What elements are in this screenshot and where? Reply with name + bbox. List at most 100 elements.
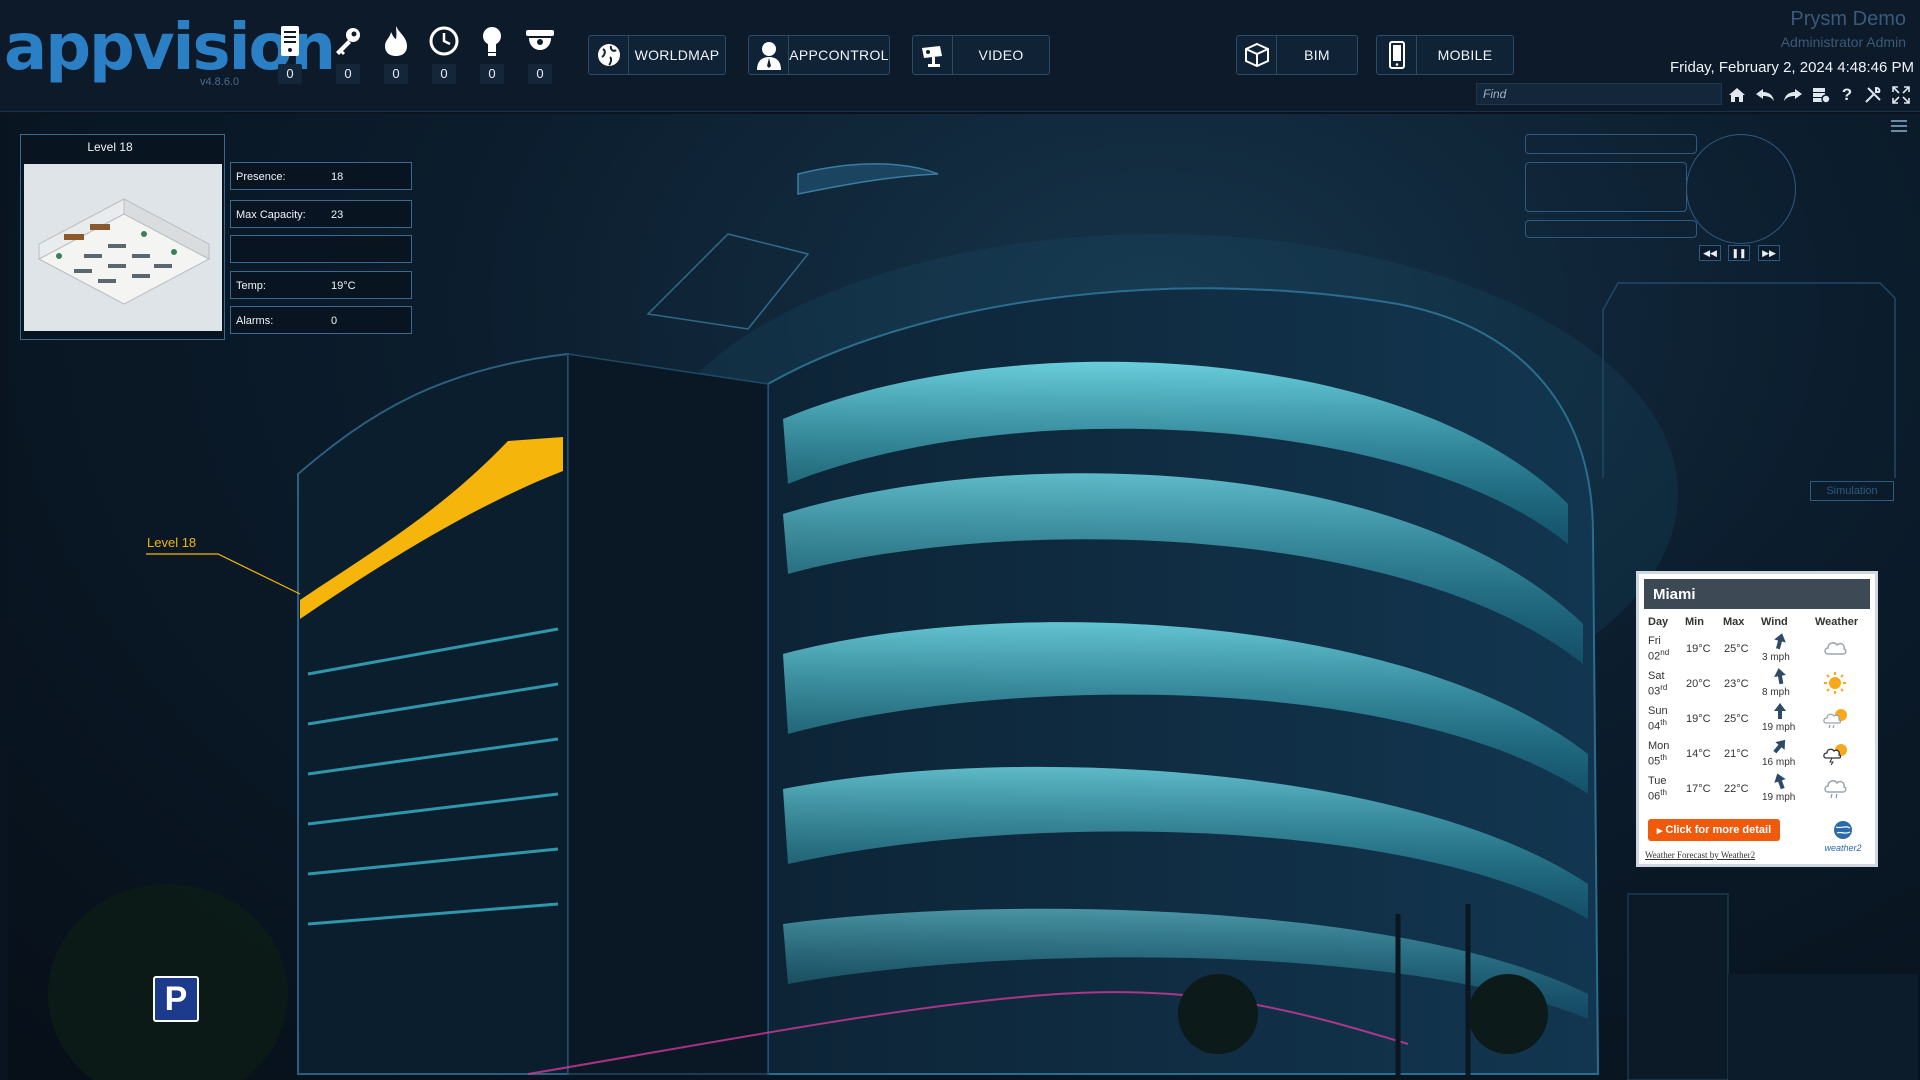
level-callout-label[interactable]: Level 18 — [147, 535, 196, 550]
user-name[interactable]: Administrator Admin — [1781, 34, 1906, 50]
current-datetime: Friday, February 2, 2024 4:48:46 PM — [1669, 59, 1914, 76]
temperature-field: Temp: 19°C — [230, 271, 412, 299]
max-capacity-label: Max Capacity: — [236, 209, 306, 221]
weather-header-weather: Weather — [1815, 616, 1859, 628]
forecast-max: 22°C — [1724, 783, 1749, 795]
control-slot-bottom — [1525, 220, 1697, 238]
server-icon — [281, 26, 299, 56]
video-label: VIDEO — [978, 47, 1024, 63]
weather-header-wind: Wind — [1761, 616, 1788, 628]
weather-credit-link[interactable]: Weather Forecast by Weather2 — [1645, 850, 1755, 860]
wind-arrow-icon — [1774, 668, 1786, 685]
counter-value: 0 — [344, 66, 352, 81]
help-icon[interactable]: ? — [1836, 84, 1858, 106]
temperature-value: 19°C — [331, 280, 356, 292]
counter-fire[interactable]: 0 — [376, 24, 416, 84]
counter-servers[interactable]: 0 — [270, 24, 310, 84]
pause-button[interactable]: ❚❚ — [1728, 245, 1750, 261]
forecast-row: Sun 04th 19°C 25°C 19 mph — [1644, 702, 1870, 736]
redo-icon[interactable] — [1782, 84, 1804, 106]
parking-button[interactable]: P — [153, 976, 199, 1022]
forecast-wind: 19 mph — [1762, 792, 1796, 803]
counter-cameras[interactable]: 0 — [520, 24, 560, 84]
forecast-day: Tue 06th — [1648, 775, 1667, 803]
forecast-max: 25°C — [1724, 713, 1749, 725]
fire-icon — [385, 26, 407, 56]
forecast-max: 21°C — [1724, 748, 1749, 760]
counter-intrusion[interactable]: 0 — [424, 24, 464, 84]
weather-detail-button[interactable]: ▸ Click for more detail — [1648, 819, 1780, 841]
wind-arrow-icon — [1774, 773, 1786, 790]
app-version: v4.8.6.0 — [200, 76, 240, 88]
clock-icon — [429, 26, 459, 56]
fast-forward-button[interactable]: ▶▶ — [1758, 245, 1780, 261]
bim-button[interactable]: BIM — [1236, 35, 1358, 75]
info-frame-outline — [1602, 282, 1896, 478]
database-icon[interactable] — [1810, 84, 1832, 106]
forecast-row: Sat 03rd 20°C 23°C 8 mph — [1644, 667, 1870, 701]
rewind-button[interactable]: ◀◀ — [1699, 245, 1721, 261]
control-slot-top — [1525, 134, 1697, 154]
video-button[interactable]: VIDEO — [912, 35, 1050, 75]
fullscreen-icon[interactable] — [1890, 84, 1912, 106]
forecast-min: 19°C — [1686, 713, 1711, 725]
floor-plan-image[interactable] — [24, 164, 222, 331]
globe-icon — [597, 44, 620, 66]
presence-label: Presence: — [236, 171, 286, 183]
forecast-min: 17°C — [1686, 783, 1711, 795]
simulation-button[interactable]: Simulation — [1810, 481, 1894, 501]
weather-widget: Miami Day Min Max Wind Weather Fri 02nd 1… — [1636, 571, 1878, 867]
weather-city: Miami — [1644, 579, 1870, 609]
forecast-max: 23°C — [1724, 678, 1749, 690]
forecast-min: 19°C — [1686, 643, 1711, 655]
weather-header-day: Day — [1648, 616, 1669, 628]
forecast-wind: 3 mph — [1762, 652, 1790, 663]
presence-field: Presence: 18 — [230, 162, 412, 190]
presence-value: 18 — [331, 171, 344, 183]
counter-lighting[interactable]: 0 — [472, 24, 512, 84]
counter-access[interactable]: 0 — [328, 24, 368, 84]
sun-cloud-rain-icon — [1823, 709, 1847, 729]
forecast-day: Fri 02nd — [1648, 635, 1670, 663]
forecast-day: Sun 04th — [1648, 705, 1668, 733]
forecast-row: Tue 06th 17°C 22°C 19 mph — [1644, 772, 1870, 806]
control-dial[interactable] — [1686, 134, 1796, 244]
worldmap-label: WORLDMAP — [634, 47, 720, 63]
appcontrol-label: APPCONTROL — [789, 47, 889, 63]
forecast-day: Mon 05th — [1648, 740, 1670, 768]
counter-value: 0 — [440, 66, 448, 81]
user-icon — [756, 42, 781, 70]
forecast-row: Fri 02nd 19°C 25°C 3 mph — [1644, 632, 1870, 666]
mobile-button[interactable]: MOBILE — [1376, 35, 1514, 75]
sun-icon — [1824, 672, 1846, 694]
tools-icon[interactable] — [1862, 84, 1884, 106]
temperature-label: Temp: — [236, 280, 266, 292]
counter-value: 0 — [488, 66, 496, 81]
menu-icon[interactable] — [1891, 119, 1909, 133]
cctv-camera-icon — [921, 46, 942, 67]
forecast-wind: 8 mph — [1762, 687, 1790, 698]
forecast-min: 20°C — [1686, 678, 1711, 690]
weather2-logo[interactable]: weather2 — [1821, 819, 1865, 853]
undo-icon[interactable] — [1754, 84, 1776, 106]
weather-globe-icon — [1834, 821, 1852, 839]
top-bar: appvision v4.8.6.0 0 0 0 0 0 0 WORLDMAP … — [0, 0, 1920, 112]
bim-label: BIM — [1304, 47, 1330, 63]
lightbulb-icon — [483, 27, 501, 56]
weather-header-max: Max — [1723, 616, 1745, 628]
counter-value: 0 — [286, 66, 294, 81]
appcontrol-button[interactable]: APPCONTROL — [748, 35, 890, 75]
key-icon — [336, 28, 360, 55]
find-input[interactable] — [1476, 83, 1722, 105]
site-title: Prysm Demo — [1790, 8, 1906, 30]
worldmap-button[interactable]: WORLDMAP — [588, 35, 726, 75]
cube-icon — [1244, 42, 1269, 68]
counter-value: 0 — [536, 66, 544, 81]
empty-field — [230, 235, 412, 263]
counter-value: 0 — [392, 66, 400, 81]
weather-header-min: Min — [1685, 616, 1704, 628]
home-icon[interactable] — [1726, 84, 1748, 106]
wind-arrow-icon — [1774, 703, 1786, 719]
mobile-phone-icon — [1388, 41, 1405, 69]
forecast-wind: 16 mph — [1762, 757, 1796, 768]
